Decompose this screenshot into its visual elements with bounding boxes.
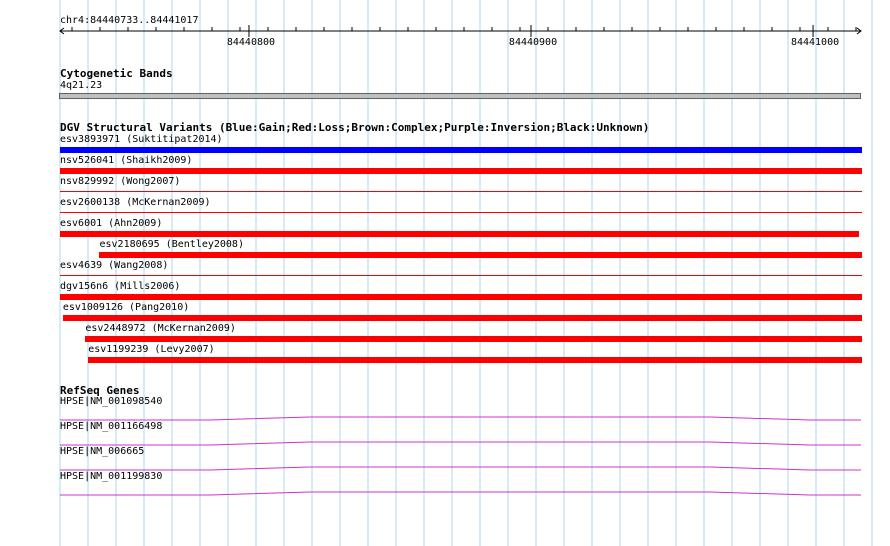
- ruler-tick-label: 84440900: [509, 37, 557, 48]
- dgv-variant-label[interactable]: dgv156n6 (Mills2006): [60, 281, 180, 293]
- gene-intron-line: [60, 416, 861, 421]
- dgv-variant-feature[interactable]: [60, 191, 862, 192]
- dgv-variant-feature[interactable]: [60, 294, 862, 300]
- gene-intron-line: [60, 441, 861, 446]
- cytoband-label: 4q21.23: [60, 80, 103, 91]
- dgv-variant-label[interactable]: esv2448972 (McKernan2009): [85, 323, 236, 335]
- dgv-variant-feature[interactable]: [60, 212, 862, 213]
- dgv-variant-label[interactable]: esv3893971 (Suktitipat2014): [60, 134, 223, 146]
- dgv-variant-label[interactable]: esv2180695 (Bentley2008): [99, 239, 244, 251]
- dgv-track-title: DGV Structural Variants (Blue:Gain;Red:L…: [60, 121, 650, 134]
- dgv-variant-feature[interactable]: [85, 336, 862, 342]
- dgv-variant-feature[interactable]: [60, 275, 862, 276]
- dgv-variant-label[interactable]: esv6001 (Ahn2009): [60, 218, 162, 230]
- gene-intron-line: [60, 491, 861, 496]
- refseq-gene-feature[interactable]: [0, 477, 890, 507]
- cytoband-bar[interactable]: [59, 93, 861, 99]
- dgv-variant-label[interactable]: nsv526041 (Shaikh2009): [60, 155, 192, 167]
- dgv-variant-label[interactable]: nsv829992 (Wong2007): [60, 176, 180, 188]
- dgv-variant-feature[interactable]: [60, 231, 860, 237]
- ruler-tick-label: 84441000: [791, 37, 839, 48]
- dgv-variant-feature[interactable]: [88, 357, 862, 363]
- dgv-variant-label[interactable]: esv4639 (Wang2008): [60, 260, 168, 272]
- ruler-tick-label: 84440800: [227, 37, 275, 48]
- dgv-variant-label[interactable]: esv2600138 (McKernan2009): [60, 197, 211, 209]
- dgv-variant-label[interactable]: esv1199239 (Levy2007): [88, 344, 214, 356]
- dgv-variant-feature[interactable]: [99, 252, 862, 258]
- coordinate-ruler[interactable]: 84440800 84440900 84441000: [0, 0, 890, 60]
- cytoband-track-title: Cytogenetic Bands: [60, 67, 173, 80]
- dgv-variant-label[interactable]: esv1009126 (Pang2010): [63, 302, 189, 314]
- dgv-variant-feature[interactable]: [60, 147, 862, 153]
- dgv-variant-feature[interactable]: [60, 168, 862, 174]
- gene-intron-line: [60, 466, 861, 471]
- dgv-variant-feature[interactable]: [62, 315, 862, 321]
